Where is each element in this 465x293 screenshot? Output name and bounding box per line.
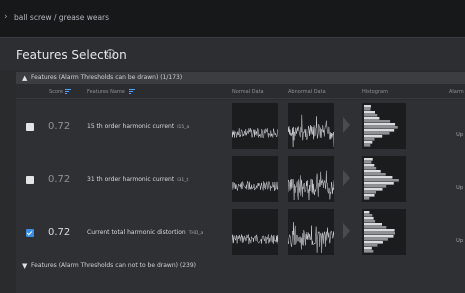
histogram-bar xyxy=(364,182,394,185)
histogram-bar xyxy=(364,191,376,194)
row-checkbox[interactable] xyxy=(26,229,34,237)
histogram-bar xyxy=(364,126,398,129)
histogram-thumbnail[interactable] xyxy=(362,103,406,149)
info-icon[interactable] xyxy=(106,49,115,58)
histogram-bar xyxy=(364,117,380,120)
histogram-bar xyxy=(364,123,396,126)
arrow-right-icon xyxy=(343,223,350,239)
top-bar: › ball screw / grease wears xyxy=(0,0,465,38)
table-row[interactable]: 0.72 31 th order harmonic current I31_t U… xyxy=(16,153,465,210)
histogram-bar xyxy=(364,217,374,220)
normal-data-thumbnail[interactable] xyxy=(232,103,278,149)
waveform-line xyxy=(288,222,334,254)
group-label-drawable: Features (Alarm Thresholds can be drawn)… xyxy=(31,74,183,81)
column-alarm: Alarm xyxy=(449,89,464,95)
column-feature-name[interactable]: Features Name xyxy=(87,89,125,95)
histogram-bar xyxy=(364,179,399,182)
histogram-bar xyxy=(364,214,373,217)
histogram-bar xyxy=(364,235,394,238)
row-checkbox[interactable] xyxy=(26,123,34,131)
histogram-bar xyxy=(364,120,391,123)
row-alarm[interactable]: Up xyxy=(456,132,463,138)
row-alarm[interactable]: Up xyxy=(456,185,463,191)
table-row[interactable]: 0.72 15 th order harmonic current I15_a U… xyxy=(16,100,465,157)
triangle-down-icon: ▼ xyxy=(22,262,28,270)
histogram-bar xyxy=(364,173,386,176)
table-row[interactable]: 0.72 Current total harmonic distortion TH… xyxy=(16,206,465,263)
histogram-bar xyxy=(364,111,375,114)
sort-icon[interactable] xyxy=(65,89,71,94)
row-feature-name: 31 th order harmonic current I31_t xyxy=(87,176,189,183)
waveform-line xyxy=(288,114,334,148)
row-feature-name: 15 th order harmonic current I15_a xyxy=(87,123,190,130)
histogram-bar xyxy=(364,161,372,164)
histogram-bar xyxy=(364,132,390,135)
histogram-bar xyxy=(364,229,395,232)
column-normal-data: Normal Data xyxy=(232,89,264,95)
waveform-line xyxy=(232,180,278,192)
row-feature-name: Current total harmonic distortion THD_a xyxy=(87,229,204,236)
chevron-right-icon[interactable]: › xyxy=(4,12,8,22)
column-abnormal-data: Abnormal Data xyxy=(288,89,326,95)
histogram-bar xyxy=(364,138,375,141)
histogram-bar xyxy=(364,188,383,191)
histogram-bar xyxy=(364,238,388,241)
histogram-bar xyxy=(364,167,377,170)
sort-icon[interactable] xyxy=(129,89,135,94)
histogram-bar xyxy=(364,135,383,138)
column-header: Score Features Name Normal Data Abnormal… xyxy=(16,85,465,99)
histogram-bar xyxy=(364,197,370,200)
histogram-bar xyxy=(364,108,371,111)
normal-data-thumbnail[interactable] xyxy=(232,209,278,255)
histogram-bar xyxy=(364,170,381,173)
breadcrumb[interactable]: ball screw / grease wears xyxy=(14,13,109,22)
row-score: 0.72 xyxy=(48,174,71,185)
waveform-line xyxy=(288,170,334,201)
page-header: Features Selection xyxy=(0,38,465,70)
row-score: 0.72 xyxy=(48,121,71,132)
arrow-right-icon xyxy=(343,170,350,186)
normal-data-thumbnail[interactable] xyxy=(232,156,278,202)
histogram-bar xyxy=(364,158,373,161)
histogram-bar xyxy=(364,114,378,117)
column-score[interactable]: Score xyxy=(49,89,63,95)
histogram-bar xyxy=(364,232,395,235)
arrow-right-icon xyxy=(343,117,350,133)
histogram-bar xyxy=(364,105,371,108)
triangle-up-icon: ▲ xyxy=(22,74,28,82)
waveform-line xyxy=(232,234,278,245)
group-header-drawable[interactable]: ▲ Features (Alarm Thresholds can be draw… xyxy=(16,72,465,84)
abnormal-data-thumbnail[interactable] xyxy=(288,209,334,255)
row-alarm[interactable]: Up xyxy=(456,238,463,244)
histogram-bar xyxy=(364,141,373,144)
histogram-bar xyxy=(364,144,371,147)
row-checkbox[interactable] xyxy=(26,176,34,184)
histogram-bar xyxy=(364,176,393,179)
abnormal-data-thumbnail[interactable] xyxy=(288,103,334,149)
histogram-thumbnail[interactable] xyxy=(362,209,406,255)
histogram-thumbnail[interactable] xyxy=(362,156,406,202)
list-footer xyxy=(16,272,465,293)
column-histogram: Histogram xyxy=(362,89,388,95)
histogram-bar xyxy=(364,226,387,229)
histogram-bar xyxy=(364,247,372,250)
histogram-bar xyxy=(364,241,383,244)
histogram-bar xyxy=(364,250,374,253)
waveform-line xyxy=(232,127,278,138)
abnormal-data-thumbnail[interactable] xyxy=(288,156,334,202)
histogram-bar xyxy=(364,194,375,197)
histogram-bar xyxy=(364,220,376,223)
histogram-bar xyxy=(364,244,378,247)
histogram-bar xyxy=(364,129,395,132)
histogram-bar xyxy=(364,164,375,167)
group-header-not-drawable[interactable]: ▼ Features (Alarm Thresholds can not to … xyxy=(16,260,465,272)
group-label-not-drawable: Features (Alarm Thresholds can not to be… xyxy=(31,262,197,269)
histogram-bar xyxy=(364,223,382,226)
histogram-bar xyxy=(364,211,370,214)
row-score: 0.72 xyxy=(48,227,71,238)
histogram-bar xyxy=(364,185,387,188)
